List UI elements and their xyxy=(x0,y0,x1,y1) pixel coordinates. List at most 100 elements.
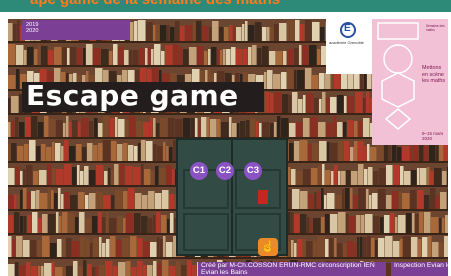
book-spine xyxy=(54,47,62,65)
book-spine xyxy=(165,45,173,65)
book-spine xyxy=(13,24,17,41)
book-spine xyxy=(103,195,111,209)
book-spine xyxy=(412,213,415,233)
book-spine xyxy=(69,122,72,137)
book-spine xyxy=(208,49,211,65)
book-spine xyxy=(79,212,85,233)
book-spine xyxy=(143,122,150,137)
book-spine xyxy=(337,243,343,257)
book-spine xyxy=(364,146,367,161)
book-spine xyxy=(296,122,303,137)
book-spine xyxy=(366,92,370,113)
book-spine xyxy=(220,50,223,65)
book-spine xyxy=(289,95,292,113)
book-spine xyxy=(189,47,197,65)
book-spine xyxy=(430,188,436,209)
book-spine xyxy=(302,45,309,65)
book-spine xyxy=(393,165,400,185)
book-spine xyxy=(66,238,72,257)
book-spine xyxy=(148,218,153,233)
book-spine xyxy=(73,261,78,276)
book-spine xyxy=(384,215,390,233)
book-spine xyxy=(294,70,297,89)
book-spine xyxy=(183,49,189,65)
book-spine xyxy=(138,143,141,161)
book-spine xyxy=(274,92,282,113)
book-spine xyxy=(58,188,61,209)
book-spine xyxy=(85,195,89,209)
book-spine xyxy=(98,212,102,233)
book-spine xyxy=(386,165,393,185)
book-spine xyxy=(390,213,395,233)
book-spine xyxy=(344,96,347,113)
book-spine xyxy=(424,146,429,161)
book-spine xyxy=(347,120,354,137)
book-spine xyxy=(181,265,187,276)
book-spine xyxy=(229,117,232,137)
book-spine xyxy=(325,214,330,233)
book-spine xyxy=(270,93,274,113)
book-spine xyxy=(70,47,77,65)
book-spine xyxy=(134,21,138,41)
book-spine xyxy=(187,260,192,276)
book-spine xyxy=(36,190,40,209)
book-spine xyxy=(96,165,104,185)
book-spine xyxy=(102,243,106,257)
book-spine xyxy=(119,164,125,185)
book-spine xyxy=(367,236,371,257)
hand-pointer-icon[interactable]: ☝ xyxy=(258,238,278,256)
book-spine xyxy=(129,50,133,65)
book-spine xyxy=(338,141,344,161)
book-spine xyxy=(24,50,27,65)
book-spine xyxy=(117,144,123,161)
book-spine xyxy=(436,145,439,161)
book-spine xyxy=(246,120,250,137)
credit-right: Inspection Evian les Bains xyxy=(391,262,448,276)
book-spine xyxy=(57,239,62,257)
book-spine xyxy=(175,119,183,137)
challenge-button-c3[interactable]: C3 xyxy=(244,162,262,180)
book-spine xyxy=(146,22,153,41)
book-spine xyxy=(17,194,20,209)
book-spine xyxy=(314,98,319,113)
padlock-icon[interactable] xyxy=(258,190,268,204)
book-spine xyxy=(277,116,281,137)
book-spine xyxy=(343,122,347,137)
book-spine xyxy=(116,240,122,257)
challenge-button-c1[interactable]: C1 xyxy=(190,162,208,180)
book-spine xyxy=(432,242,439,257)
book-spine xyxy=(300,191,308,209)
book-spine xyxy=(142,195,148,209)
book-spine xyxy=(154,44,161,65)
book-spine xyxy=(257,48,262,65)
book-spine xyxy=(153,25,156,41)
book-spine xyxy=(439,218,442,233)
book-spine xyxy=(106,239,110,257)
book-spine xyxy=(290,20,295,41)
book-spine xyxy=(96,191,99,209)
book-spine xyxy=(78,266,83,276)
book-spine xyxy=(157,237,160,257)
book-spine xyxy=(111,170,114,185)
book-spine xyxy=(83,260,87,276)
book-spine xyxy=(354,121,358,137)
book-spine xyxy=(207,117,210,137)
book-spine xyxy=(270,123,274,137)
book-spine xyxy=(442,218,445,233)
book-spine xyxy=(150,242,157,257)
book-spine xyxy=(436,195,440,209)
book-spine xyxy=(110,236,116,257)
book-spine xyxy=(153,261,157,276)
challenge-button-c2[interactable]: C2 xyxy=(216,162,234,180)
book-spine xyxy=(31,191,36,209)
book-spine xyxy=(147,265,153,276)
book-spine xyxy=(294,48,299,65)
book-spine xyxy=(93,145,98,161)
book-spine xyxy=(117,216,123,233)
book-spine xyxy=(143,241,150,257)
book-spine xyxy=(445,215,448,233)
book-spine xyxy=(363,98,366,113)
book-spine xyxy=(8,168,15,185)
book-spine xyxy=(139,48,145,65)
banner-title: ape game de la semaine des maths xyxy=(30,0,280,8)
